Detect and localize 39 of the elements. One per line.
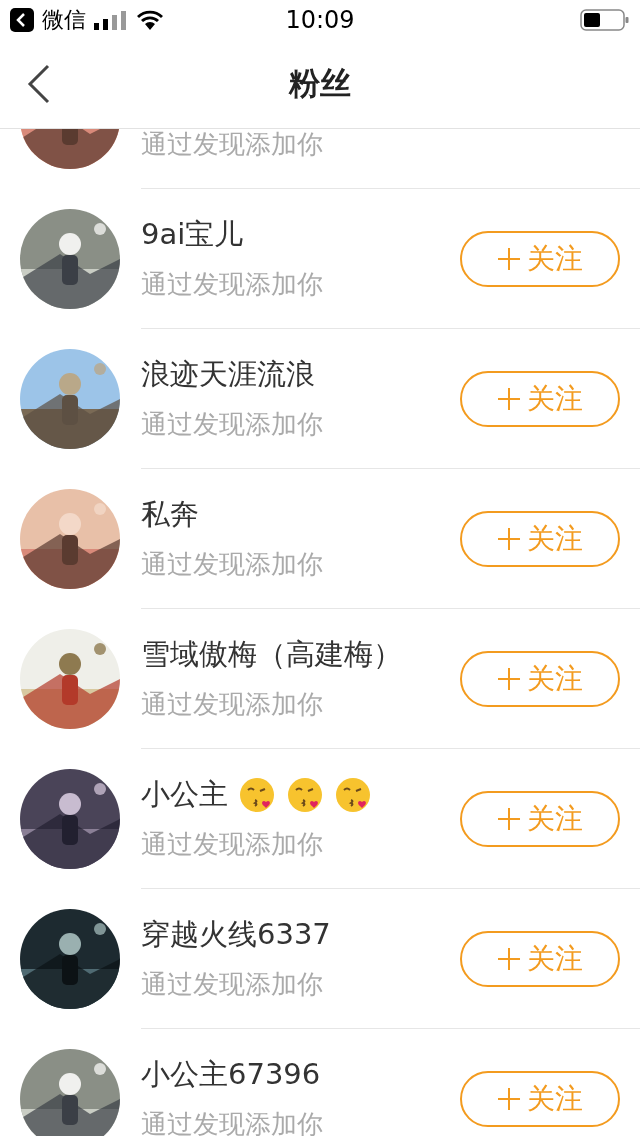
back-app-label[interactable]: 微信 [42, 5, 86, 35]
fan-source: 通过发现添加你 [141, 129, 324, 161]
kiss-emoji-icon [286, 776, 324, 814]
fan-source: 通过发现添加你 [141, 968, 324, 1001]
signal-icon [94, 10, 128, 30]
fan-name: 雪域傲梅（高建梅） [141, 636, 402, 673]
follow-button[interactable]: 关注 [460, 650, 620, 707]
plus-icon [497, 246, 521, 271]
plus-icon [497, 806, 521, 831]
fan-source: 通过发现添加你 [141, 1108, 324, 1136]
fan-name: 浪迹天涯流浪 [141, 356, 315, 393]
status-time: 10:09 [285, 5, 355, 36]
plus-icon [497, 666, 521, 691]
fan-name: 小公主67396 [141, 1056, 321, 1093]
plus-icon [497, 386, 521, 411]
fan-name: 私奔 [141, 496, 199, 533]
plus-icon [497, 526, 521, 551]
back-app-icon[interactable] [10, 8, 34, 32]
fan-source: 通过发现添加你 [141, 688, 324, 721]
fan-source: 通过发现添加你 [141, 268, 324, 301]
fan-source: 通过发现添加你 [141, 548, 324, 581]
page-title: 粉丝 [289, 64, 351, 103]
battery-icon [580, 8, 630, 32]
follow-button[interactable]: 关注 [460, 930, 620, 987]
fan-name: 9ai宝儿 [141, 216, 244, 253]
follow-button[interactable]: 关注 [460, 370, 620, 427]
follow-button[interactable]: 关注 [460, 790, 620, 847]
kiss-emoji-icon [334, 776, 372, 814]
kiss-emoji-icon [238, 776, 276, 814]
follow-button[interactable]: 关注 [460, 510, 620, 567]
plus-icon [497, 1086, 521, 1111]
fan-name: 小公主 [141, 776, 228, 813]
fan-source: 通过发现添加你 [141, 408, 324, 441]
plus-icon [497, 946, 521, 971]
wifi-icon [136, 9, 164, 31]
fan-name: 穿越火线6337 [141, 916, 331, 953]
follow-button[interactable]: 关注 [460, 230, 620, 287]
fan-source: 通过发现添加你 [141, 828, 324, 861]
follow-button[interactable]: 关注 [460, 1070, 620, 1127]
